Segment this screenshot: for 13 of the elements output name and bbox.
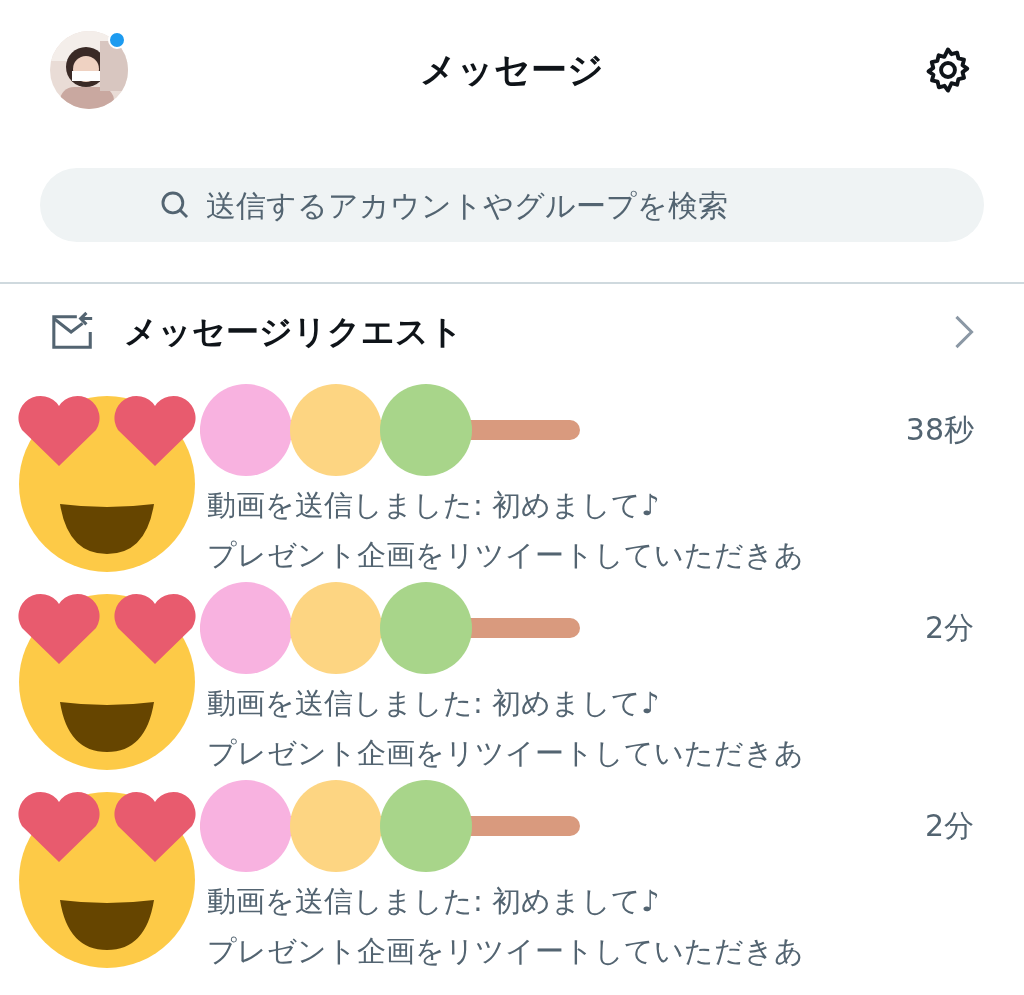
message-requests-link[interactable]: メッセージリクエスト [124,309,926,355]
message-preview: プレゼント企画をリツイートしていただきあ [207,933,805,970]
timestamp: 2分 [924,608,974,647]
message-preview: プレゼント企画をリツイートしていただきあ [207,735,805,772]
message-preview: 動画を送信しました: 初めまして♪ [207,487,661,524]
timestamp: 38秒 [905,410,974,449]
message-preview: 動画を送信しました: 初めまして♪ [207,883,661,920]
search-field[interactable]: 送信するアカウントやグループを検索 [40,168,984,242]
chevron-icon [954,315,974,349]
message-preview: プレゼント企画をリツイートしていただきあ [207,537,805,574]
timestamp: 2分 [924,806,974,845]
message-preview: 動画を送信しました: 初めまして♪ [207,685,661,722]
page-title: メッセージ [420,48,604,90]
